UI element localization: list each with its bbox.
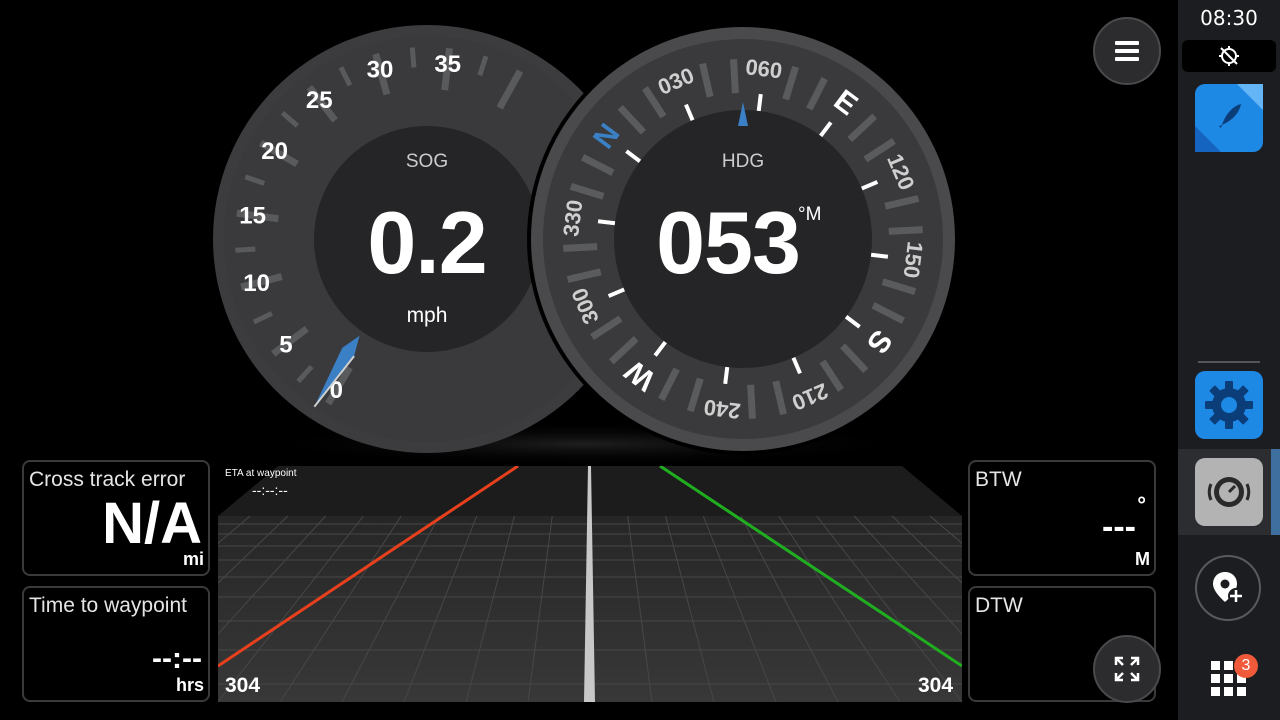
highway-right-value: 304 [918,674,954,697]
right-sidebar: 08:30 [1178,0,1280,720]
sidebar-divider [1198,361,1260,363]
instrument-dashboard: 0 5 10 15 20 25 30 35 N 030 060 E 120 150 S 210 240 W 300… [0,0,1178,720]
compass-minor-tick [563,243,598,252]
instruments-app-button[interactable] [1195,458,1263,526]
compass-label: 240 [702,395,741,424]
eta-label: ETA at waypoint [225,468,297,479]
sog-label: SOG [405,151,449,172]
time-to-waypoint-unit: hrs [175,675,204,695]
sog-scale-label: 5 [279,331,292,358]
sog-tick [409,47,417,68]
chart-rocket-icon [1195,84,1263,152]
sog-unit: mph [406,304,448,327]
highway-left-value: 304 [225,674,261,697]
gps-status[interactable] [1182,40,1276,72]
eta-value: --:--:-- [252,482,288,498]
expand-icon [1114,656,1140,682]
hdg-unit: °M [798,204,822,225]
hamburger-icon [1115,41,1139,61]
notification-badge: 3 [1234,654,1258,678]
compass-minor-tick [747,384,756,419]
add-location-icon [1213,572,1244,604]
cross-track-value: N/A [102,491,202,556]
sog-scale-label: 15 [239,202,266,229]
time-to-waypoint-title: Time to waypoint [29,594,187,617]
sog-scale-label: 35 [434,51,461,78]
clock: 08:30 [1200,6,1258,30]
time-to-waypoint-value: --:-- [152,642,202,675]
gauge-icon [1207,477,1251,507]
sog-tick [235,246,256,253]
btw-panel[interactable]: BTW --- ° M [968,460,1156,576]
highway-graphic [218,466,962,702]
dtw-title: DTW [975,594,1023,617]
highway-view [218,466,962,702]
gauge-cluster: 051015202530 35 N030 060E120150S210240W300… [213,23,959,464]
add-waypoint-button[interactable] [1195,555,1261,621]
sog-scale-label: 25 [306,87,333,114]
compass-label: 150 [899,240,928,279]
sog-value: 0.2 [367,193,487,292]
compass-major-tick [870,252,889,259]
fullscreen-button[interactable] [1093,635,1161,703]
gps-off-icon [1219,46,1239,66]
compass-major-tick [756,93,763,112]
compass-minor-tick [730,59,739,94]
btw-unit: M [1135,549,1150,569]
compass-label: 060 [744,54,783,83]
sog-scale-label: 10 [243,270,270,297]
settings-button[interactable] [1195,371,1263,439]
compass-label: 330 [558,198,587,237]
btw-degree: ° [1137,492,1146,517]
active-item-indicator [1271,449,1280,535]
gear-icon [1205,381,1253,429]
menu-button[interactable] [1093,17,1161,85]
btw-value: --- [1102,508,1136,546]
cross-track-unit: mi [182,549,204,569]
compass-major-tick [597,219,616,226]
sog-scale-label: 20 [261,138,288,165]
compass-major-tick [723,366,730,385]
sog-scale-label: 30 [367,56,394,83]
hdg-label: HDG [721,151,765,172]
compass-minor-tick [888,226,923,235]
time-to-waypoint-panel[interactable]: Time to waypoint --:-- hrs [22,586,210,702]
cross-track-error-panel[interactable]: Cross track error N/A mi [22,460,210,576]
cross-track-title: Cross track error [29,468,186,491]
btw-title: BTW [975,468,1022,491]
navigation-app-button[interactable] [1195,84,1263,152]
